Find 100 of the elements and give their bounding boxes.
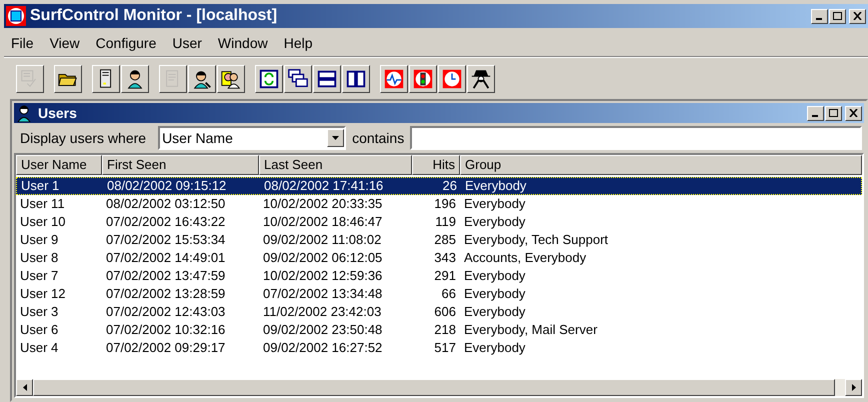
toolbar-button[interactable] [217,64,245,92]
refresh-icon [258,68,280,90]
maximize-icon [833,12,842,20]
pulse-icon [383,68,405,90]
close-button[interactable] [845,106,862,120]
toolbar-button[interactable] [342,64,370,92]
app-logo-icon [6,6,26,26]
table-cell-text: 66 [440,285,457,304]
table-cell-text: 09/02/2002 16:27:52 [262,339,384,358]
window-title: SurfControl Monitor - [localhost] [30,6,278,26]
toolbar-button[interactable] [188,64,216,92]
menu-item[interactable]: View [42,33,87,54]
search-field[interactable] [410,126,862,150]
table-cell-text: Everybody [464,177,528,196]
cascade-icon [287,68,309,90]
table-cell-text: 196 [433,195,457,214]
table-row[interactable]: User 4 07/02/2002 09:29:17 09/02/2002 16:27:52 517 Everybody [16,339,862,357]
table-cell-text: Everybody [463,195,526,214]
table-cell-text: 10/02/2002 20:33:35 [262,195,384,214]
table-cell-text: 07/02/2002 13:34:48 [262,285,384,304]
table-cell-text: User 11 [19,195,66,214]
table-cell-text: 26 [442,177,458,196]
table-cell-text: 343 [433,249,457,268]
table-row[interactable]: User 10 07/02/2002 16:43:22 10/02/2002 18:46:47 119 Everybody [16,213,862,231]
table-cell-text: 119 [434,213,457,232]
table-row[interactable]: User 6 07/02/2002 10:32:16 09/02/2002 23:50:48 218 Everybody, Mail Server [16,321,862,339]
table-cell-text: 09/02/2002 06:12:05 [262,249,384,268]
table-cell-text: 07/02/2002 12:43:03 [105,303,226,322]
left-arrow-icon [22,384,26,391]
table-cell-text: 285 [433,231,457,250]
table-cell-text: User 3 [19,303,60,322]
table-cell-text: User 12 [19,285,67,304]
menu-item[interactable]: User [165,33,209,54]
column-header[interactable]: User Name [16,155,102,175]
table-cell-text: 07/02/2002 16:43:22 [105,213,226,232]
toolbar-button[interactable] [92,64,120,92]
table-row[interactable]: User 11 08/02/2002 03:12:50 10/02/2002 20:33:35 196 Everybody [16,195,862,213]
table-cell-text: Everybody [463,267,526,286]
table-cell-text: 08/02/2002 17:41:16 [263,177,384,196]
operator-label: contains [352,128,404,148]
table-cell-text: 07/02/2002 14:49:01 [105,249,226,268]
field-dropdown[interactable]: User Name [158,126,346,150]
table-row[interactable]: User 9 07/02/2002 15:53:34 09/02/2002 11:08:02 285 Everybody, Tech Support [16,231,862,249]
menu-item[interactable]: Configure [88,33,164,54]
minimize-button[interactable] [811,8,828,24]
table-row[interactable]: User 3 07/02/2002 12:43:03 11/02/2002 23:42:03 606 Everybody [16,303,862,321]
toolbar-button[interactable] [284,64,312,92]
table-cell-text: User 10 [19,213,67,232]
table-cell-text: User 8 [19,249,60,268]
maximize-button[interactable] [825,106,842,120]
table-cell-text: 10/02/2002 12:59:36 [262,267,384,286]
table-cell-text: 09/02/2002 23:50:48 [262,321,384,340]
maximize-button[interactable] [829,8,846,24]
toolbar-button[interactable] [380,64,408,92]
menu-item[interactable]: Help [276,33,320,54]
toolbar-button[interactable] [467,64,495,92]
table-row[interactable]: User 7 07/02/2002 13:47:59 10/02/2002 12:59:36 291 Everybody [16,267,862,285]
table-cell-text: Everybody [463,213,526,232]
column-header[interactable]: Last Seen [259,155,412,175]
table-row[interactable]: User 8 07/02/2002 14:49:01 09/02/2002 06:12:05 343 Accounts, Everybody [16,249,862,267]
child-window-title: Users [38,104,77,122]
column-header[interactable]: Hits [412,155,460,175]
column-header[interactable]: First Seen [102,155,259,175]
table-cell-text: 08/02/2002 09:15:12 [106,177,228,196]
table-cell-text: User 4 [19,339,60,358]
table-cell-text: 291 [433,267,457,286]
table-cell-text: Everybody [463,285,526,304]
toolbar-button[interactable] [409,64,437,92]
clock-icon [441,68,463,90]
table-cell-text: User 7 [19,267,60,286]
table-row[interactable]: User 1 08/02/2002 09:15:12 08/02/2002 17:41:16 26 Everybody [16,177,862,195]
toolbar-button[interactable] [313,64,341,92]
toolbar-button[interactable] [54,64,82,92]
caret-icon [332,136,340,140]
traffic-light-icon [412,68,434,90]
column-header[interactable]: Group [460,155,862,175]
table-cell-text: Everybody, Mail Server [463,321,598,340]
table-cell-text: Everybody [463,339,526,358]
menu-item[interactable]: File [4,33,41,54]
toolbar-button[interactable] [255,64,283,92]
table-cell-text: User 6 [19,321,60,340]
maximize-icon [829,109,838,117]
table-row[interactable]: User 12 07/02/2002 13:28:59 07/02/2002 13:34:48 66 Everybody [16,285,862,303]
table-cell-text: 10/02/2002 18:46:47 [262,213,384,232]
menu-item[interactable]: Window [210,33,275,54]
table-cell-text: 07/02/2002 15:53:34 [105,231,226,250]
table-cell-text: 07/02/2002 10:32:16 [105,321,226,340]
toolbar-button[interactable] [121,64,149,92]
toolbar-button[interactable] [438,64,466,92]
close-button[interactable] [849,8,866,24]
table-cell-text: User 9 [19,231,60,250]
table-cell-text: 08/02/2002 03:12:50 [105,195,226,214]
table-cell-text: Everybody [463,303,526,322]
spy-icon [470,68,492,90]
close-icon [849,109,858,117]
table-cell-text: 07/02/2002 13:28:59 [105,285,226,304]
table-cell-text: 606 [433,303,457,322]
table-cell-text: 09/02/2002 11:08:02 [262,231,382,250]
minimize-button[interactable] [807,106,824,120]
right-arrow-icon [852,384,856,391]
